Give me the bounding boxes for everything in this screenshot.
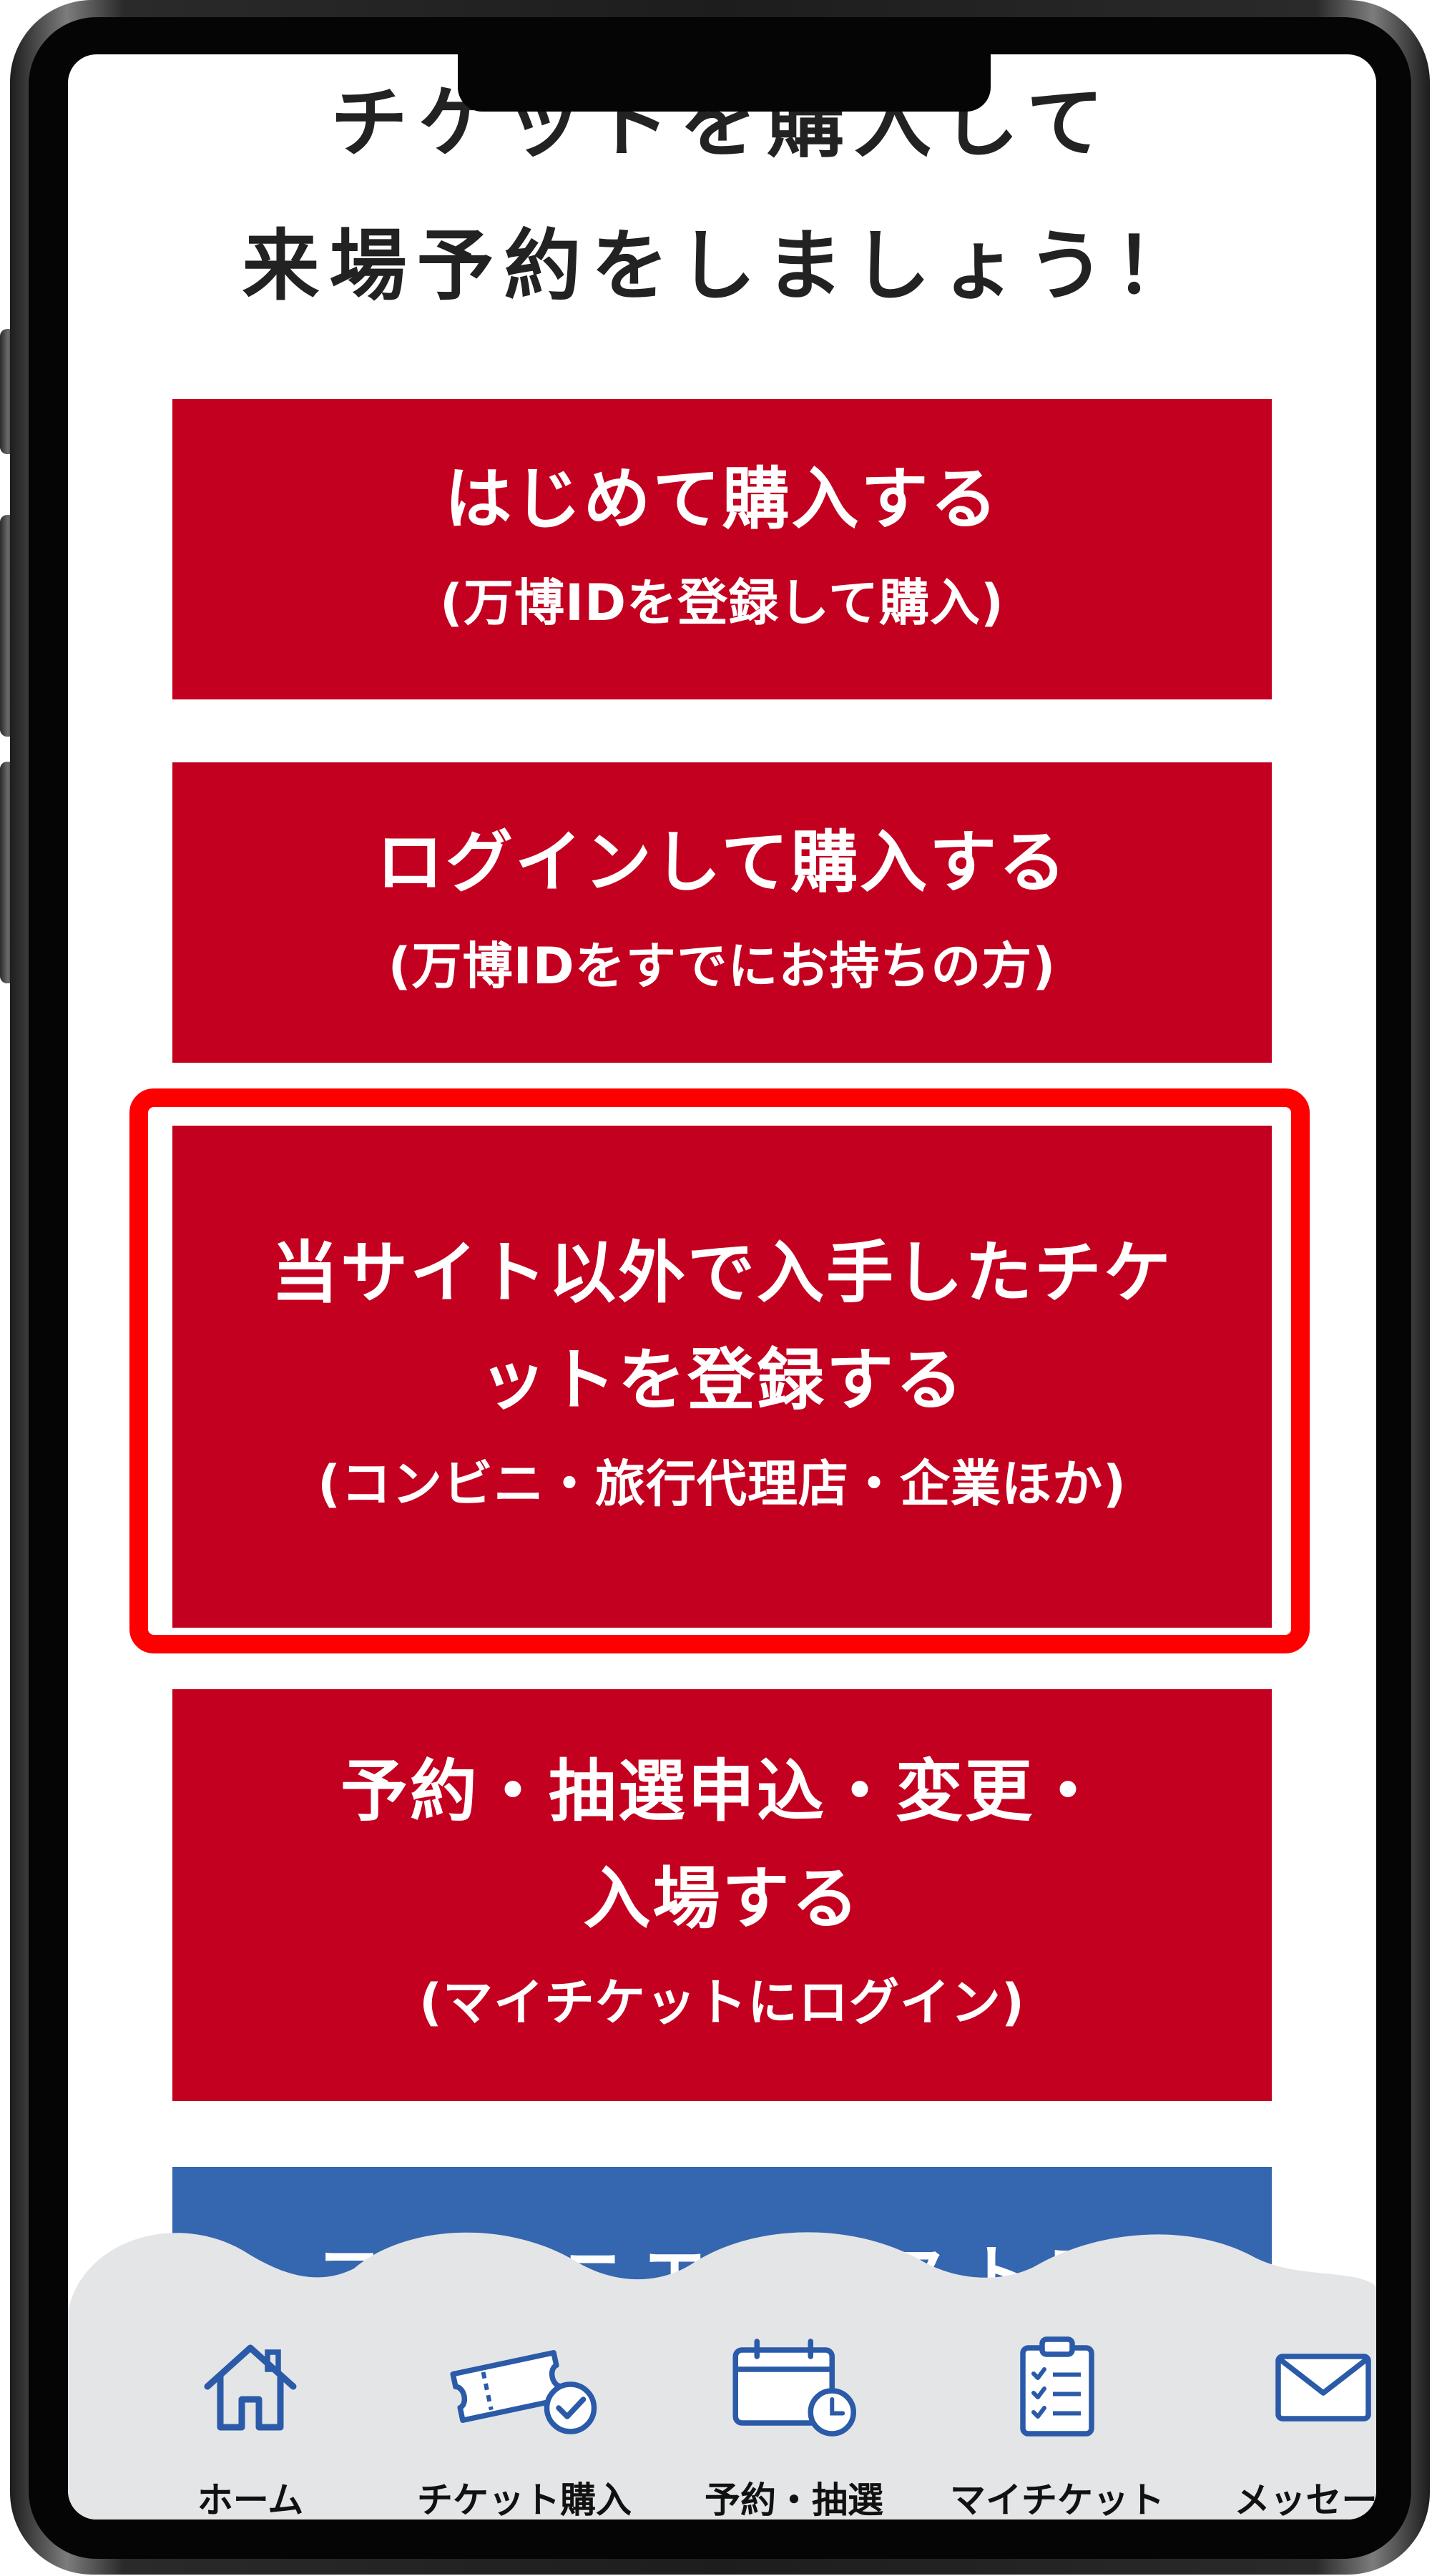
- register-external-ticket-button[interactable]: 当サイト以外で入手したチケットを登録する (コンビニ・旅行代理店・企業ほか): [172, 1126, 1272, 1628]
- nav-item-reservation[interactable]: 予約・抽選: [676, 2329, 912, 2520]
- button-main-label: 予約・抽選申込・変更・入場する: [340, 1753, 1104, 1938]
- ticket-check-icon: [450, 2350, 597, 2434]
- notch: [458, 54, 991, 112]
- nav-item-ticket-purchase[interactable]: チケット購入: [406, 2329, 642, 2520]
- nav-label: チケット購入: [417, 2479, 632, 2520]
- nav-item-my-ticket[interactable]: マイチケット: [939, 2329, 1175, 2520]
- reservation-lottery-button[interactable]: 予約・抽選申込・変更・入場する (マイチケットにログイン): [172, 1689, 1272, 2101]
- nav-item-message[interactable]: メッセージ: [1205, 2329, 1376, 2520]
- home-icon: [204, 2344, 297, 2431]
- button-sub-label: (万博IDを登録して購入): [439, 574, 1005, 632]
- nav-label: 予約・抽選: [705, 2479, 883, 2520]
- clipboard-list-icon: [1020, 2336, 1094, 2437]
- phone-screen: チケットを購入して 来場予約をしましょう！ はじめて購入する (万博IDを登録し…: [68, 54, 1376, 2520]
- nav-label: ホーム: [197, 2479, 304, 2520]
- nav-item-home[interactable]: ホーム: [132, 2329, 368, 2520]
- nav-label: マイチケット: [950, 2479, 1164, 2520]
- first-time-purchase-button[interactable]: はじめて購入する (万博IDを登録して購入): [172, 399, 1272, 699]
- button-sub-label: (万博IDをすでにお持ちの方): [388, 937, 1056, 996]
- calendar-clock-icon: [732, 2339, 856, 2437]
- button-main-label: ログインして購入する: [376, 824, 1069, 902]
- button-main-label: 当サイト以外で入手したチケットを登録する: [270, 1234, 1173, 1420]
- button-main-label: はじめて購入する: [444, 461, 1000, 539]
- button-sub-label: (マイチケットにログイン): [419, 1973, 1025, 2032]
- nav-label: メッセージ: [1234, 2479, 1377, 2520]
- login-purchase-button[interactable]: ログインして購入する (万博IDをすでにお持ちの方): [172, 762, 1272, 1063]
- bottom-navigation: ホーム チケット購入 予約・抽選 マイチケット メッセー: [68, 2329, 1376, 2520]
- heading-line-2: 来場予約をしましょう！: [242, 222, 1202, 311]
- mail-icon: [1275, 2354, 1371, 2422]
- button-sub-label: (コンビニ・旅行代理店・企業ほか): [318, 1455, 1127, 1513]
